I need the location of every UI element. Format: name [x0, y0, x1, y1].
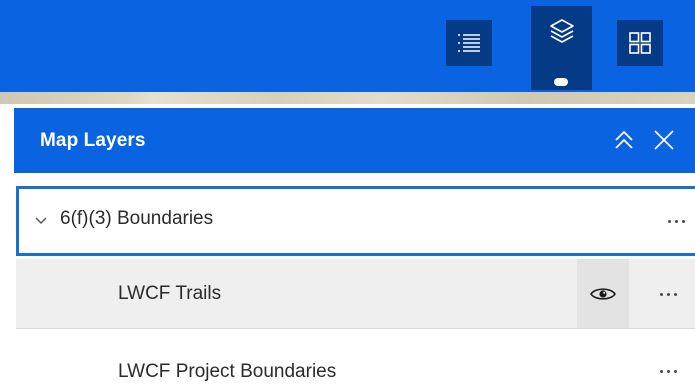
panel-title: Map Layers	[40, 130, 146, 151]
chevron-down-icon[interactable]	[33, 213, 49, 229]
layer-group-row[interactable]: 6(f)(3) Boundaries	[16, 186, 695, 256]
more-options-icon[interactable]	[661, 211, 691, 231]
layers-icon	[549, 19, 574, 43]
layer-row[interactable]: LWCF Project Boundaries	[16, 331, 695, 387]
layer-label: LWCF Trails	[118, 283, 222, 304]
more-options-icon[interactable]	[653, 284, 683, 304]
layer-group-label: 6(f)(3) Boundaries	[60, 208, 214, 229]
legend-button[interactable]	[446, 20, 492, 66]
legend-list-icon	[458, 34, 480, 52]
map-canvas-strip[interactable]	[0, 92, 695, 104]
basemap-gallery-button[interactable]	[617, 20, 663, 66]
layer-row[interactable]: LWCF Trails	[16, 259, 695, 329]
eye-icon	[590, 287, 616, 300]
active-indicator	[554, 78, 568, 86]
collapse-icon	[615, 130, 633, 149]
visibility-toggle[interactable]	[577, 259, 629, 328]
map-app: Map Layers 6(f)(3) Boundaries LWCF Trail…	[0, 0, 695, 387]
more-options-icon[interactable]	[653, 361, 683, 381]
map-layers-panel-header: Map Layers	[14, 108, 695, 173]
collapse-panel-button[interactable]	[606, 122, 642, 158]
close-panel-button[interactable]	[646, 122, 682, 158]
close-icon	[654, 130, 674, 150]
basemap-grid-icon	[629, 32, 651, 54]
layer-label: LWCF Project Boundaries	[118, 361, 337, 382]
